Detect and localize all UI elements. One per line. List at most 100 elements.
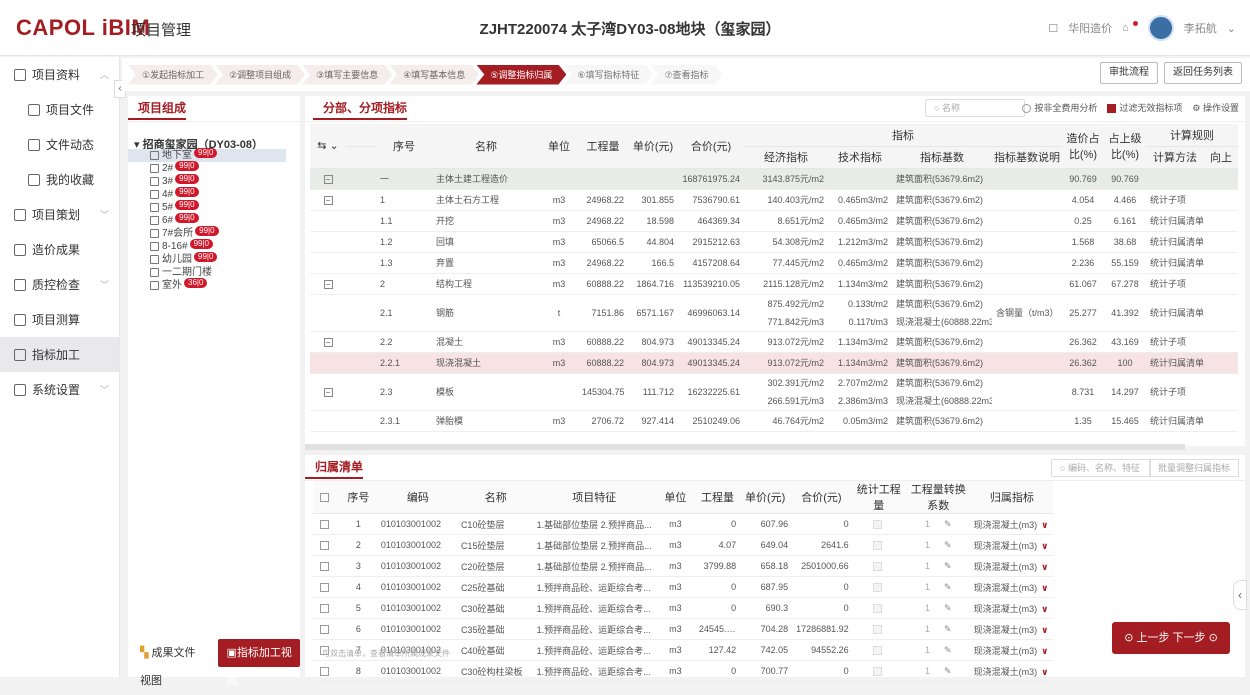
bill-cell-conv[interactable]: 1 ✎ — [905, 639, 971, 661]
sidebar-item-0[interactable]: 项目资料 ︿ — [0, 57, 119, 92]
tree-toggle-header[interactable]: ⇆ ⌄ — [310, 124, 346, 169]
option-non-full[interactable]: 按非全费用分析 — [1022, 101, 1097, 114]
tree-node[interactable]: 8-16# 99|0 — [128, 238, 300, 253]
bill-cell-index[interactable]: 现浇混凝土(m3) ∨ — [970, 576, 1053, 598]
tree-node[interactable]: 5# 99|0 — [128, 199, 300, 214]
bill-cell-conv[interactable]: 1 ✎ — [905, 576, 971, 598]
option-settings[interactable]: ⚙ 操作设置 — [1192, 101, 1239, 114]
row-checkbox[interactable] — [313, 597, 339, 619]
bill-cell-index[interactable]: 现浇混凝土(m3) ∨ — [970, 534, 1053, 556]
edit-icon[interactable]: ✎ — [944, 519, 952, 529]
index-row[interactable]: − 2.2 混凝土 m3 60888.22 804.973 49013345.24 913.0… — [310, 331, 1238, 353]
tree-node[interactable]: 室外 36|0 — [128, 277, 300, 292]
edit-icon[interactable]: ✎ — [944, 666, 952, 676]
name-search-input[interactable]: ○ 名称 — [925, 99, 1025, 117]
bill-search-input[interactable]: ○ 编码、名称、特征 — [1051, 459, 1151, 477]
stat-checkbox[interactable] — [851, 576, 906, 598]
index-row[interactable]: 1.3 弃置 m3 24968.22 166.5 4157208.64 77.445元/m2… — [310, 252, 1238, 274]
step-4[interactable]: ④填写基本信息 — [389, 65, 479, 85]
expand-toggle-icon[interactable]: − — [323, 279, 333, 289]
bill-cell-index[interactable]: 现浇混凝土(m3) ∨ — [970, 618, 1053, 640]
select-all-checkbox[interactable] — [313, 481, 339, 514]
edit-icon[interactable]: ✎ — [944, 582, 952, 592]
bill-row[interactable]: 8 010103001002 C30砼构柱梁板 1.预拌商品砼、运距综合考... m3 0… — [313, 660, 1053, 682]
sidebar-item-4[interactable]: 项目策划 ﹀ — [0, 197, 119, 232]
step-1[interactable]: ①发起指标加工 — [128, 65, 218, 85]
batch-adjust-button[interactable]: 批量调整归属指标 — [1148, 459, 1239, 477]
edit-icon[interactable]: ✎ — [944, 603, 952, 613]
checkbox[interactable] — [872, 583, 882, 593]
sidebar-item-7[interactable]: 项目测算 — [0, 302, 119, 337]
tree-node[interactable]: 一二期门楼 — [128, 266, 300, 279]
sidebar-item-3[interactable]: 我的收藏 — [0, 162, 119, 197]
checkbox[interactable] — [319, 583, 329, 593]
horizontal-scrollbar[interactable] — [305, 444, 1185, 450]
bill-cell-index[interactable]: 现浇混凝土(m3) ∨ — [970, 513, 1053, 535]
step-5[interactable]: ⑤调整指标归属 — [476, 65, 566, 85]
row-checkbox[interactable] — [313, 576, 339, 598]
stat-checkbox[interactable] — [851, 513, 906, 535]
bill-row[interactable]: 4 010103001002 C25砼基础 1.预拌商品砼、运距综合考... m3 0 68… — [313, 576, 1053, 598]
stat-checkbox[interactable] — [851, 618, 906, 640]
index-row[interactable]: − 一主体土建工程造价 168761975.24 3143.875元/m2 建筑面积(5… — [310, 168, 1238, 190]
edit-icon[interactable]: ✎ — [944, 540, 952, 550]
bill-cell-index[interactable]: 现浇混凝土(m3) ∨ — [970, 597, 1053, 619]
chevron-down-icon[interactable]: ⌄ — [1227, 22, 1236, 35]
company-name[interactable]: 华阳造价 — [1068, 20, 1112, 36]
right-panel-toggle[interactable]: ‹ — [1233, 580, 1247, 610]
sidebar-item-8[interactable]: 指标加工 — [0, 337, 119, 372]
stat-checkbox[interactable] — [851, 555, 906, 577]
tree-node[interactable]: 7#会所 99|0 — [128, 225, 300, 240]
checkbox[interactable] — [319, 667, 329, 677]
checkbox[interactable] — [319, 520, 329, 530]
index-row[interactable]: 1.2 回填 m3 65066.5 44.804 2915212.63 54.308元/m2… — [310, 231, 1238, 253]
chevron-down-icon[interactable]: ∨ — [1041, 520, 1048, 530]
checkbox[interactable] — [872, 541, 882, 551]
bill-cell-conv[interactable]: 1 ✎ — [905, 660, 971, 682]
bill-row[interactable]: 6 010103001002 C35砼基础 1.预拌商品砼、运距综合考... m3 245… — [313, 618, 1053, 640]
bill-row[interactable]: 1 010103001002 C10砼垫层 1.基础部位垫层 2.预拌商品... m3 0… — [313, 513, 1053, 535]
bill-cell-index[interactable]: 现浇混凝土(m3) ∨ — [970, 555, 1053, 577]
tree-node[interactable]: 2# 99|0 — [128, 160, 300, 175]
stat-checkbox[interactable] — [851, 597, 906, 619]
index-row[interactable]: 2.3.1 弹胎模 m3 2706.72 927.414 2510249.06 46.764… — [310, 410, 1238, 432]
tree-node[interactable]: 幼儿园 99|0 — [128, 251, 300, 266]
prev-next-button[interactable]: ⊙ 上一步 下一步 ⊙ — [1112, 622, 1230, 654]
index-row[interactable]: 1.1 开挖 m3 24968.22 18.598 464369.34 8.651元/m2 0… — [310, 210, 1238, 232]
chevron-down-icon[interactable]: ∨ — [1041, 646, 1048, 656]
chevron-down-icon[interactable]: ∨ — [1041, 562, 1048, 572]
sidebar-item-5[interactable]: 造价成果 — [0, 232, 119, 267]
chevron-down-icon[interactable]: ∨ — [1041, 604, 1048, 614]
bill-cell-conv[interactable]: 1 ✎ — [905, 534, 971, 556]
index-row[interactable]: − 2 结构工程 m3 60888.22 1864.716 113539210.05 2115… — [310, 273, 1238, 295]
sidebar-item-1[interactable]: 项目文件 — [0, 92, 119, 127]
row-checkbox[interactable] — [313, 513, 339, 535]
tree-node[interactable]: 地下室 99|0 — [128, 147, 286, 162]
chevron-down-icon[interactable]: ∨ — [1041, 667, 1048, 677]
back-to-list-button[interactable]: 返回任务列表 — [1164, 62, 1242, 84]
bill-row[interactable]: 2 010103001002 C15砼垫层 1.基础部位垫层 2.预拌商品... m3 4… — [313, 534, 1053, 556]
bill-cell-conv[interactable]: 1 ✎ — [905, 513, 971, 535]
expand-toggle-icon[interactable]: − — [323, 387, 333, 397]
bill-row[interactable]: 3 010103001002 C20砼垫层 1.基础部位垫层 2.预拌商品... m3 3… — [313, 555, 1053, 577]
checkbox[interactable] — [319, 541, 329, 551]
edit-icon[interactable]: ✎ — [944, 561, 952, 571]
expand-toggle-icon[interactable]: − — [323, 195, 333, 205]
checkbox[interactable] — [872, 646, 882, 656]
sidebar-item-6[interactable]: 质控检查 ﹀ — [0, 267, 119, 302]
approve-flow-button[interactable]: 审批流程 — [1100, 62, 1158, 84]
chevron-down-icon[interactable]: ∨ — [1041, 625, 1048, 635]
edit-icon[interactable]: ✎ — [944, 645, 952, 655]
expand-toggle-icon[interactable]: − — [323, 174, 333, 184]
index-row[interactable]: −2.3 模板 145304.75 111.712 16232225.61 302.391… — [310, 373, 1238, 411]
checkbox[interactable] — [319, 625, 329, 635]
step-2[interactable]: ②调整项目组成 — [215, 65, 305, 85]
tab-index-view[interactable]: ▣指标加工视图 — [218, 639, 300, 687]
bill-cell-index[interactable]: 现浇混凝土(m3) ∨ — [970, 639, 1053, 661]
chevron-down-icon[interactable]: ∨ — [1041, 541, 1048, 551]
row-checkbox[interactable] — [313, 618, 339, 640]
row-checkbox[interactable] — [313, 555, 339, 577]
chevron-down-icon[interactable]: ∨ — [1041, 583, 1048, 593]
stat-checkbox[interactable] — [851, 660, 906, 682]
checkbox[interactable] — [872, 562, 882, 572]
